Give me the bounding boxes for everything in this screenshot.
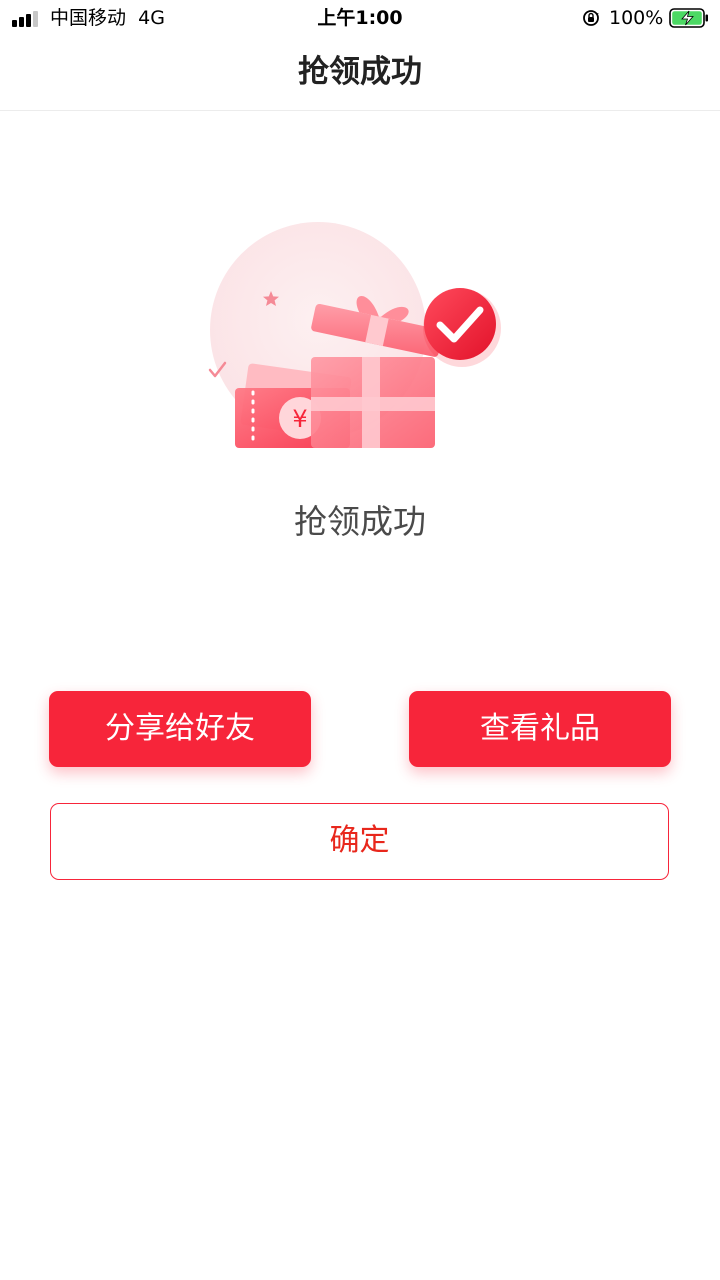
confirm-button[interactable]: 确定: [50, 803, 669, 880]
share-to-friends-button[interactable]: 分享给好友: [49, 691, 311, 767]
view-gift-button[interactable]: 查看礼品: [409, 691, 671, 767]
battery-percent: 100%: [609, 7, 664, 29]
gift-success-illustration: ¥: [208, 222, 501, 448]
nav-bar: 抢领成功: [0, 36, 720, 111]
orientation-lock-icon: [583, 10, 599, 26]
battery-charging-icon: [669, 8, 708, 28]
page-title: 抢领成功: [298, 54, 422, 90]
status-bar: 中国移动 4G 上午1:00 100%: [0, 0, 720, 36]
success-check-icon: [424, 288, 496, 360]
success-message: 抢领成功: [294, 502, 426, 541]
yuan-symbol: ¥: [292, 405, 307, 433]
